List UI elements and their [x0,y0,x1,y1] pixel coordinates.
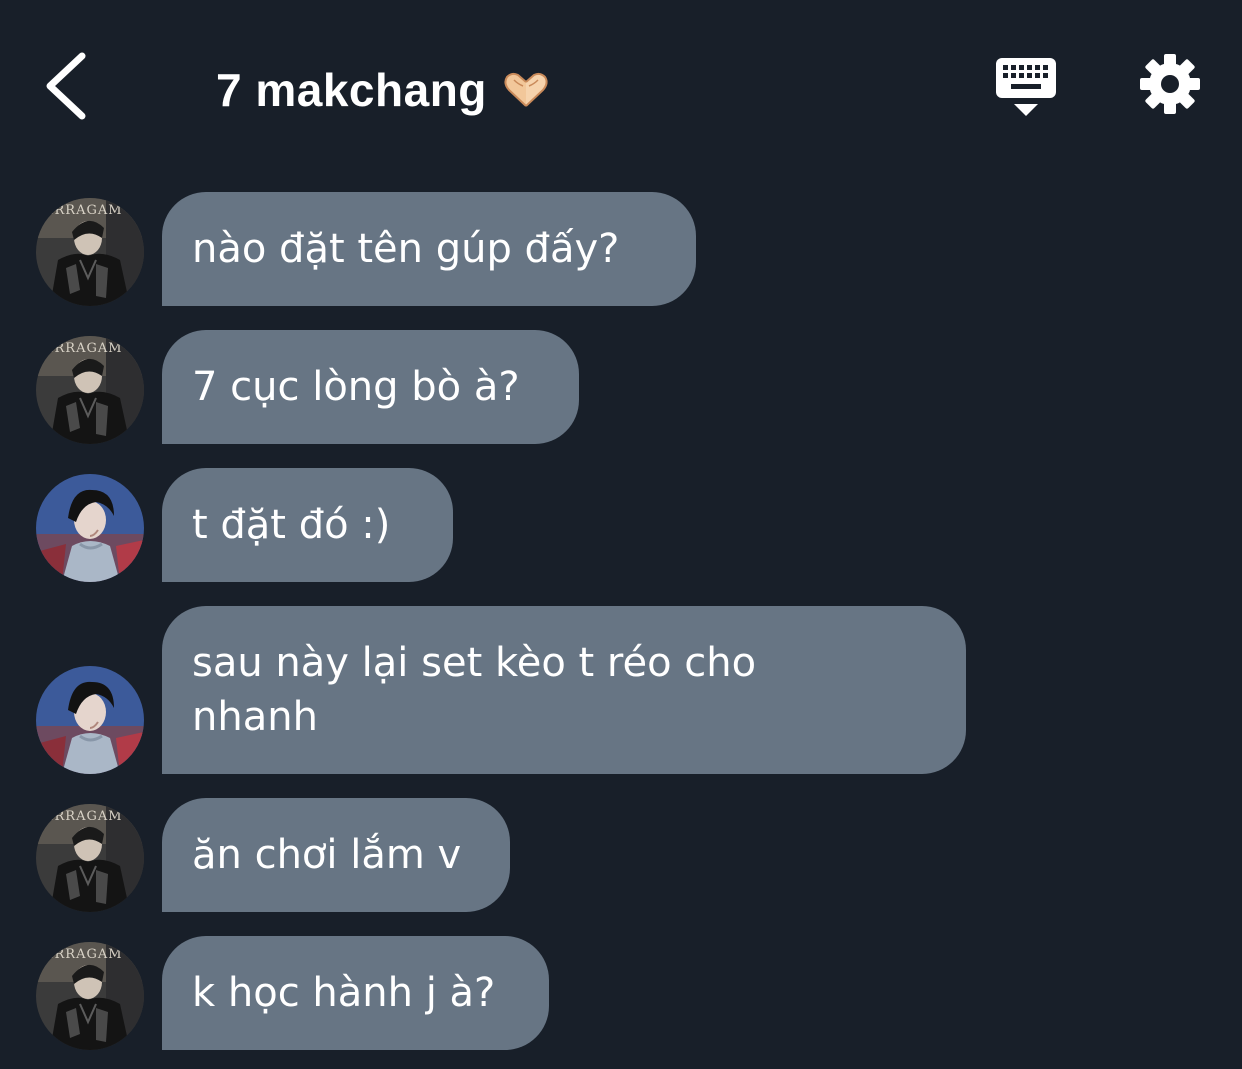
message-text: 7 cục lòng bò à? [192,364,520,410]
message-bubble[interactable]: k học hành j à? [162,936,549,1050]
avatar[interactable] [36,474,144,582]
message-bubble[interactable]: 7 cục lòng bò à? [162,330,579,444]
chat-title-area[interactable]: 7 makchang [216,58,551,122]
settings-button[interactable] [1138,52,1202,116]
heart-hands-icon [504,72,548,107]
avatar[interactable] [36,942,144,1050]
chevron-left-icon [46,52,86,120]
keyboard-button[interactable] [992,54,1060,120]
avatar-user-b [36,474,144,582]
message-text: k học hành j à? [192,970,496,1016]
back-button[interactable] [36,48,106,122]
avatar[interactable] [36,666,144,774]
gear-icon [1140,54,1200,114]
avatar[interactable] [36,336,144,444]
message-bubble[interactable]: sau này lại set kèo t réo cho nhanh [162,606,966,774]
message-text: ăn chơi lắm v [192,832,462,878]
message-text: t đặt đó :) [192,502,391,548]
avatar-user-a [36,804,144,912]
avatar-user-a [36,198,144,306]
avatar-user-b [36,666,144,774]
message-text: sau này lại set kèo t réo cho nhanh [192,640,757,740]
message-bubble[interactable]: ăn chơi lắm v [162,798,510,912]
keyboard-icon [996,58,1056,116]
chat-title: 7 makchang [216,64,487,116]
chat-header: 7 makchang [0,0,1242,170]
message-text: nào đặt tên gúp đấy? [192,226,620,272]
avatar-user-a [36,336,144,444]
avatar[interactable] [36,804,144,912]
message-bubble[interactable]: nào đặt tên gúp đấy? [162,192,696,306]
message-bubble[interactable]: t đặt đó :) [162,468,453,582]
avatar-user-a [36,942,144,1050]
avatar[interactable] [36,198,144,306]
